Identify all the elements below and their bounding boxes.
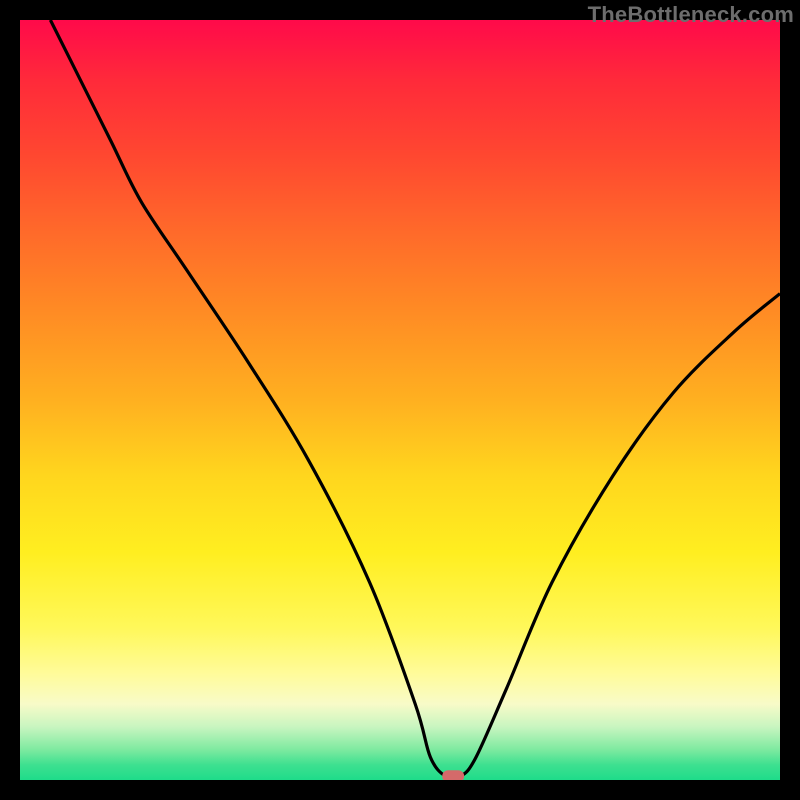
watermark-text: TheBottleneck.com	[588, 2, 794, 28]
curve-layer	[20, 20, 780, 780]
bottleneck-curve	[50, 20, 780, 779]
plot-area	[20, 20, 780, 780]
chart-frame: TheBottleneck.com	[0, 0, 800, 800]
minimum-marker	[442, 770, 464, 780]
